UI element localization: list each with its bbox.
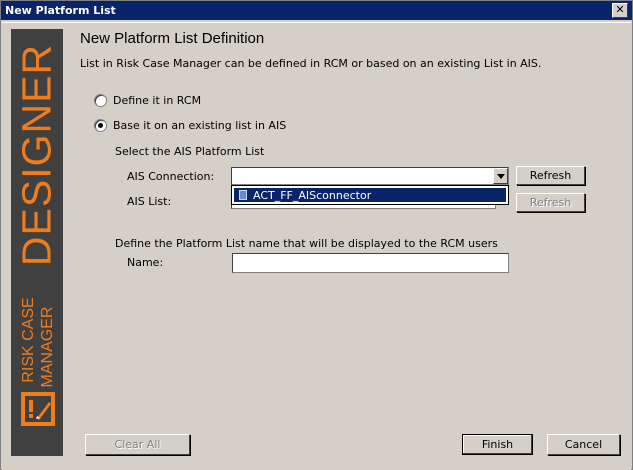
refresh-connection-button[interactable]: Refresh — [516, 166, 585, 185]
radio-define-rcm[interactable]: Define it in RCM — [94, 94, 201, 107]
ais-connection-combo[interactable] — [231, 167, 509, 185]
name-section-label: Define the Platform List name that will … — [115, 237, 498, 250]
title-bar[interactable]: New Platform List ✕ — [1, 1, 632, 20]
dropdown-option-label: ACT_FF_AISconnector — [253, 188, 372, 202]
refresh-list-button[interactable]: Refresh — [516, 193, 585, 212]
ais-connection-label: AIS Connection: — [127, 170, 215, 183]
rcm-logo-icon — [21, 392, 55, 426]
database-icon — [239, 190, 247, 200]
cancel-button[interactable]: Cancel — [547, 434, 620, 455]
radio-base-ais-label: Base it on an existing list in AIS — [113, 119, 287, 132]
chevron-down-icon[interactable] — [493, 168, 508, 184]
dialog-window: New Platform List ✕ DESIGNER RISK CASE M… — [0, 0, 633, 470]
ais-list-label: AIS List: — [127, 195, 172, 208]
radio-define-rcm-label: Define it in RCM — [113, 94, 202, 107]
ais-connection-dropdown: ACT_FF_AISconnector — [231, 185, 509, 205]
clear-all-button[interactable]: Clear All — [85, 434, 190, 455]
banner-designer-text: DESIGNER — [13, 43, 60, 267]
radio-define-rcm-circle[interactable] — [94, 94, 107, 107]
banner-risk-case-text: RISK CASE — [20, 297, 37, 383]
page-description: List in Risk Case Manager can be defined… — [80, 57, 542, 70]
designer-banner: DESIGNER RISK CASE MANAGER — [11, 29, 63, 456]
page-title: New Platform List Definition — [80, 30, 265, 47]
radio-base-ais[interactable]: Base it on an existing list in AIS — [94, 119, 286, 132]
dialog-content: DESIGNER RISK CASE MANAGER New Platform … — [2, 22, 631, 470]
name-label: Name: — [127, 256, 164, 269]
finish-button[interactable]: Finish — [462, 434, 533, 455]
name-input[interactable] — [232, 253, 509, 273]
radio-base-ais-circle[interactable] — [94, 119, 107, 132]
window-title: New Platform List — [5, 4, 116, 17]
close-button[interactable]: ✕ — [612, 3, 628, 18]
ais-section-label: Select the AIS Platform List — [115, 145, 265, 158]
banner-manager-text: MANAGER — [39, 306, 56, 388]
dropdown-option[interactable]: ACT_FF_AISconnector — [234, 188, 506, 202]
